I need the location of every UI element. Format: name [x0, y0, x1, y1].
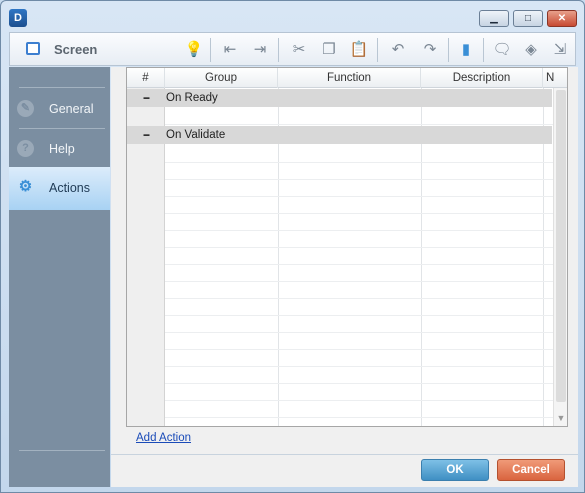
- grid-line: [165, 230, 553, 231]
- grid-line: [165, 298, 553, 299]
- grid-line: [165, 213, 553, 214]
- grid-line: [165, 383, 553, 384]
- ok-button[interactable]: OK: [421, 459, 489, 481]
- add-action-link[interactable]: Add Action: [136, 432, 191, 444]
- cut-icon[interactable]: ✂: [289, 40, 309, 60]
- pencil-icon: ✎: [17, 100, 34, 117]
- close-button[interactable]: ✕: [547, 10, 577, 27]
- lightbulb-icon[interactable]: 💡: [184, 40, 204, 60]
- speech-bubble-icon[interactable]: 🗨: [492, 40, 512, 60]
- sidebar-item-actions[interactable]: ⚙ Actions: [9, 167, 110, 210]
- screen-title: Screen: [54, 42, 98, 57]
- paste-icon[interactable]: 📋: [349, 40, 369, 60]
- help-icon: ?: [17, 140, 34, 157]
- collapse-toggle[interactable]: −: [143, 126, 150, 144]
- grid-line: [165, 196, 553, 197]
- vertical-scrollbar[interactable]: ▼: [553, 88, 567, 426]
- column-header-description[interactable]: Description: [421, 68, 543, 88]
- group-name: On Validate: [166, 129, 226, 141]
- maximize-button[interactable]: □: [513, 10, 543, 27]
- grid-line: [165, 264, 553, 265]
- external-link-icon[interactable]: ⇲: [550, 40, 570, 60]
- grid-line: [165, 162, 553, 163]
- grid-line: [165, 247, 553, 248]
- group-row-on-ready[interactable]: − On Ready: [127, 89, 552, 107]
- minimize-button[interactable]: ▁: [479, 10, 509, 27]
- footer-divider: [111, 454, 578, 455]
- copy-icon[interactable]: ❐: [319, 40, 339, 60]
- sidebar-divider: [19, 450, 105, 451]
- group-name: On Ready: [166, 92, 218, 104]
- comment-icon[interactable]: ▮: [456, 40, 476, 60]
- sidebar-item-help[interactable]: ? Help: [9, 129, 110, 169]
- sidebar-item-label: Actions: [49, 181, 90, 195]
- toolbar-separator: [278, 38, 279, 62]
- title-bar: D ▁ □ ✕: [1, 1, 584, 31]
- toolbar-separator: [483, 38, 484, 62]
- grid-line: [165, 400, 553, 401]
- screen-icon: [26, 42, 40, 55]
- grid-line: [165, 366, 553, 367]
- sidebar-item-label: Help: [49, 142, 75, 156]
- gears-icon: ⚙: [18, 178, 33, 195]
- toolbar-separator: [210, 38, 211, 62]
- grid-line: [165, 315, 553, 316]
- app-logo-icon: D: [9, 9, 27, 27]
- grid-header: # Group Function Description N: [127, 68, 567, 88]
- grid-line: [165, 417, 553, 418]
- dialog-window: D ▁ □ ✕ Screen 💡 ⇤ ⇥ ✂ ❐ 📋 ↶ ↷ ▮ 🗨 ◈ ⇲ ✎…: [0, 0, 585, 493]
- actions-grid: # Group Function Description N − On Read…: [126, 67, 568, 427]
- sidebar: ✎ General ? Help ⚙ Actions: [9, 67, 110, 487]
- actions-panel: # Group Function Description N − On Read…: [111, 67, 578, 487]
- grid-line: [165, 124, 553, 125]
- grid-line: [165, 281, 553, 282]
- redo-icon[interactable]: ↷: [420, 40, 440, 60]
- toolbar-separator: [377, 38, 378, 62]
- undo-icon[interactable]: ↶: [388, 40, 408, 60]
- grid-line: [165, 332, 553, 333]
- grid-line: [165, 349, 553, 350]
- toolbar: Screen 💡 ⇤ ⇥ ✂ ❐ 📋 ↶ ↷ ▮ 🗨 ◈ ⇲: [9, 32, 576, 66]
- sidebar-item-general[interactable]: ✎ General: [9, 89, 110, 129]
- collapse-toggle[interactable]: −: [143, 89, 150, 107]
- cancel-button[interactable]: Cancel: [497, 459, 565, 481]
- toolbar-separator: [448, 38, 449, 62]
- column-header-function[interactable]: Function: [278, 68, 421, 88]
- column-header-n[interactable]: N: [543, 68, 567, 88]
- grid-line: [165, 179, 553, 180]
- column-header-group[interactable]: Group: [165, 68, 278, 88]
- diamond-icon[interactable]: ◈: [521, 40, 541, 60]
- sidebar-item-label: General: [49, 102, 94, 116]
- group-row-on-validate[interactable]: − On Validate: [127, 126, 552, 144]
- outdent-icon[interactable]: ⇤: [220, 40, 240, 60]
- sidebar-divider: [19, 87, 105, 88]
- indent-icon[interactable]: ⇥: [250, 40, 270, 60]
- scrollbar-thumb[interactable]: [556, 90, 566, 402]
- column-header-number[interactable]: #: [127, 68, 165, 88]
- scroll-down-icon[interactable]: ▼: [554, 413, 568, 425]
